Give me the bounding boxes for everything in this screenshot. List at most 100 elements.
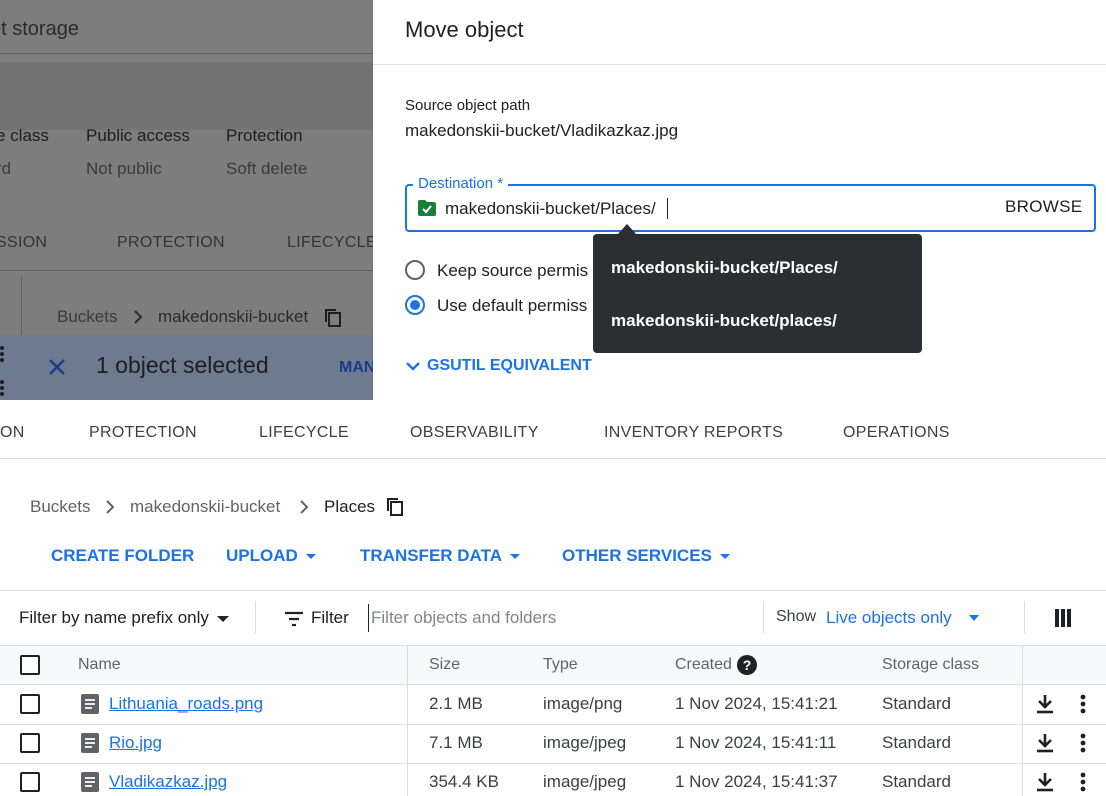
divider [255,601,256,633]
divider [763,601,764,633]
table-row[interactable]: Vladikazkaz.jpg 354.4 KB image/jpeg 1 No… [0,764,1106,796]
chevron-right-icon [106,500,115,514]
chevron-down-icon [406,362,420,371]
background-col-header: Public access [86,126,190,145]
svg-text:?: ? [743,657,752,673]
download-icon[interactable] [1036,694,1054,714]
divider [1024,601,1025,633]
source-path-value: makedonskii-bucket/Vladikazkaz.jpg [405,121,679,140]
suggestion-item[interactable]: makedonskii-bucket/Places/ [611,258,838,278]
tab-inventory-reports[interactable]: INVENTORY REPORTS [604,424,783,442]
table-row[interactable]: Lithuania_roads.png 2.1 MB image/png 1 N… [0,685,1106,724]
table-row[interactable]: Rio.jpg 7.1 MB image/jpeg 1 Nov 2024, 15… [0,725,1106,763]
more-vert-icon[interactable] [1080,772,1086,792]
copy-icon [325,309,341,327]
keep-permissions-label[interactable]: Keep source permis [437,261,588,281]
default-permissions-radio[interactable] [405,295,425,315]
other-services-button[interactable]: OTHER SERVICES [562,546,730,566]
tab-permissions[interactable]: ON [0,424,25,442]
destination-suggestions: makedonskii-bucket/Places/ makedonskii-b… [593,234,922,353]
more-vert-icon [0,380,6,398]
gsutil-equivalent-toggle[interactable]: GSUTIL EQUIVALENT [405,357,592,375]
background-selection-bar: 1 object selected MAN [0,335,373,400]
default-permissions-label[interactable]: Use default permiss [437,296,587,316]
background-info-band [0,62,373,130]
destination-label: Destination * [413,175,509,192]
background-tab: PROTECTION [117,234,225,251]
upload-label: UPLOAD [226,546,298,565]
column-header-size[interactable]: Size [429,656,460,674]
column-header-storage-class[interactable]: Storage class [882,656,979,674]
caret-down-icon [719,554,730,560]
caret-down-icon [305,554,316,560]
file-icon [81,733,99,753]
tab-lifecycle[interactable]: LIFECYCLE [259,424,349,442]
background-col-value: Soft delete [226,159,308,178]
create-folder-button[interactable]: CREATE FOLDER [51,546,194,566]
more-vert-icon[interactable] [1080,733,1086,753]
other-services-label: OTHER SERVICES [562,546,712,565]
help-icon[interactable]: ? [737,655,757,675]
divider [0,270,373,271]
more-vert-icon [0,346,6,364]
object-storage-class: Standard [882,733,951,752]
download-icon[interactable] [1036,733,1054,753]
column-header-name[interactable]: Name [78,656,121,674]
keep-permissions-radio[interactable] [405,260,425,280]
background-col-value: Not public [86,159,162,178]
background-tab: SSION [0,234,48,251]
tab-protection[interactable]: PROTECTION [89,424,197,442]
filter-mode-select[interactable]: Filter by name prefix only [19,608,229,628]
folder-check-icon [418,200,436,216]
upload-button[interactable]: UPLOAD [226,546,316,566]
transfer-data-button[interactable]: TRANSFER DATA [360,546,520,566]
divider [0,53,373,54]
filter-label: Filter [311,608,349,627]
select-all-checkbox[interactable] [20,655,40,675]
background-breadcrumb-item: Buckets [57,307,118,326]
row-checkbox[interactable] [20,733,40,753]
suggestion-item[interactable]: makedonskii-bucket/places/ [611,311,837,331]
tab-observability[interactable]: OBSERVABILITY [410,424,539,442]
object-size: 354.4 KB [429,772,499,791]
browse-button[interactable]: BROWSE [1005,197,1082,217]
show-objects-select[interactable]: Live objects only [826,608,952,628]
divider [0,458,1106,459]
row-checkbox[interactable] [20,694,40,714]
background-breadcrumb-item: makedonskii-bucket [158,307,309,326]
row-checkbox[interactable] [20,772,40,792]
filter-input[interactable] [368,604,758,632]
object-created: 1 Nov 2024, 15:41:11 [675,733,837,752]
destination-input[interactable]: makedonskii-bucket/Places/ [445,199,656,219]
caret-down-icon [216,615,229,622]
object-size: 7.1 MB [429,733,483,752]
copy-icon[interactable] [386,497,404,517]
column-header-type[interactable]: Type [543,656,578,674]
show-label: Show [776,608,817,625]
object-storage-class: Standard [882,772,951,791]
object-name-link[interactable]: Lithuania_roads.png [109,694,263,714]
background-col-value: rd [0,159,12,178]
download-icon[interactable] [1036,772,1054,792]
divider [373,64,1106,65]
column-header-created[interactable]: Created [675,656,732,674]
caret-down-icon [969,615,979,621]
dialog-title: Move object [405,17,524,42]
background-col-header: e class [0,126,49,145]
filter-icon [285,611,303,627]
chevron-right-icon [134,310,143,324]
close-icon [49,359,65,375]
source-path-label: Source object path [405,97,531,114]
breadcrumb-buckets[interactable]: Buckets [30,497,90,517]
more-vert-icon[interactable] [1080,694,1086,714]
tab-operations[interactable]: OPERATIONS [843,424,950,442]
filter-mode-label: Filter by name prefix only [19,608,209,627]
object-name-link[interactable]: Rio.jpg [109,733,162,753]
file-icon [81,694,99,714]
column-display-icon[interactable] [1055,609,1071,627]
object-name-link[interactable]: Vladikazkaz.jpg [109,772,227,792]
object-type: image/png [543,694,623,713]
background-tab: LIFECYCLE [287,234,373,251]
breadcrumb-bucket[interactable]: makedonskii-bucket [130,497,280,517]
text-caret [667,198,668,219]
